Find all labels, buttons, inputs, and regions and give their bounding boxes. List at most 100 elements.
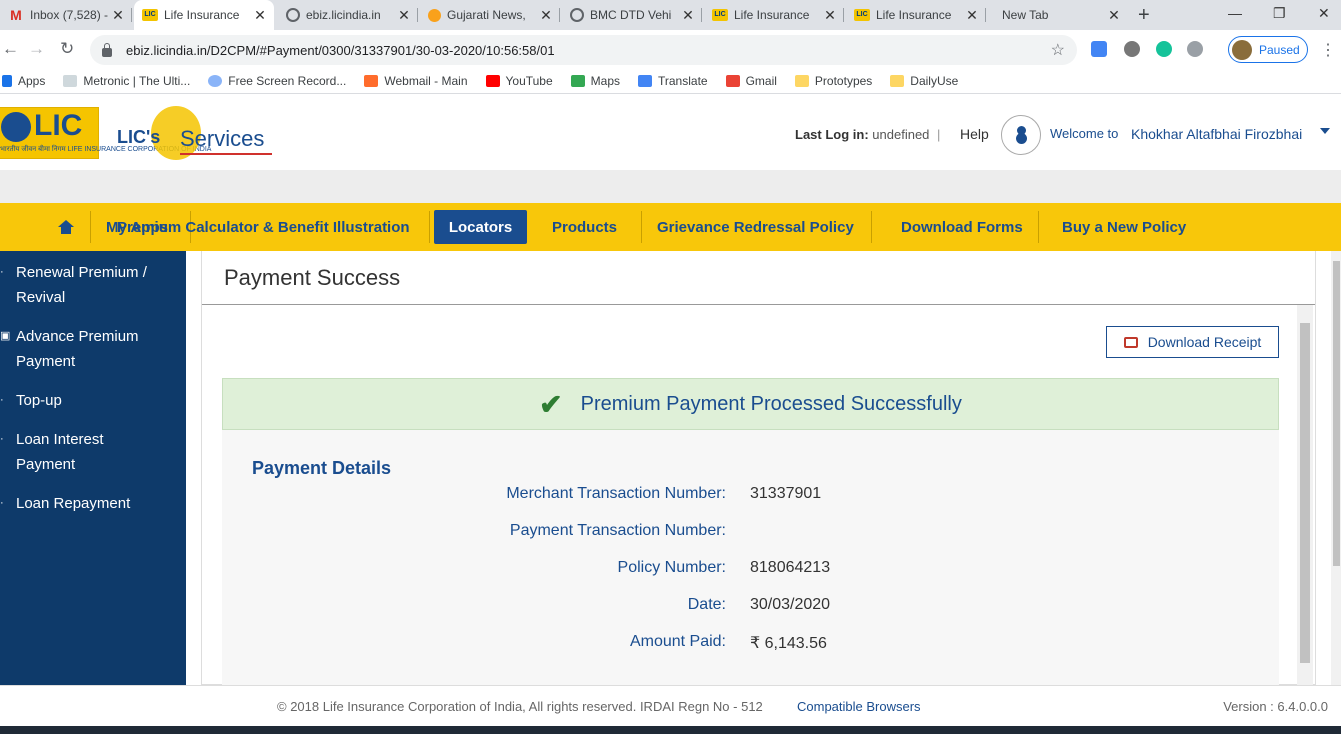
compatible-browsers-link[interactable]: Compatible Browsers: [797, 699, 921, 714]
bookmark-metronic[interactable]: Metronic | The Ulti...: [63, 74, 190, 88]
download-receipt-button[interactable]: Download Receipt: [1106, 326, 1279, 358]
address-bar[interactable]: ebiz.licindia.in/D2CPM/#Payment/0300/313…: [90, 35, 1077, 65]
tab-gujarati-news[interactable]: Gujarati News, ✕: [420, 0, 560, 30]
nav-label: Products: [552, 218, 618, 236]
nav-products[interactable]: Products: [527, 203, 642, 251]
sidebar-item-loan-interest[interactable]: · Loan Interest Payment: [0, 427, 120, 477]
detail-label: Merchant Transaction Number:: [506, 485, 726, 502]
tab-ebiz[interactable]: ebiz.licindia.in ✕: [278, 0, 418, 30]
nav-download-forms[interactable]: Download Forms: [872, 203, 1039, 251]
extension-icon[interactable]: [1187, 41, 1203, 57]
bookmark-gmail[interactable]: Gmail: [725, 74, 777, 88]
orange-circle-icon: [428, 8, 441, 22]
close-tab-icon[interactable]: ✕: [1108, 7, 1120, 24]
bookmark-translate[interactable]: Translate: [638, 74, 708, 88]
last-login-value: undefined: [872, 127, 930, 142]
restore-icon[interactable]: ❐: [1273, 5, 1286, 22]
browser-menu-icon[interactable]: ⋮: [1320, 40, 1336, 60]
scrollbar-thumb[interactable]: [1333, 261, 1340, 566]
bookmark-prototypes[interactable]: Prototypes: [794, 74, 872, 88]
bookmark-label: Metronic | The Ulti...: [83, 73, 191, 88]
lic-favicon-icon: LIC: [712, 9, 728, 21]
recycle-extension-icon[interactable]: [1124, 41, 1140, 57]
reload-icon[interactable]: ↻: [60, 39, 74, 59]
payment-details: Payment Details Merchant Transaction Num…: [222, 430, 1279, 690]
detail-row: Amount Paid: ₹ 6,143.56: [222, 633, 1279, 657]
bookmark-screen-recorder[interactable]: Free Screen Record...: [208, 74, 346, 88]
close-tab-icon[interactable]: ✕: [966, 7, 978, 24]
tab-title: Life Insurance: [164, 8, 240, 22]
minimize-icon[interactable]: —: [1228, 5, 1242, 21]
sidebar-item-top-up[interactable]: · Top-up: [0, 388, 186, 413]
page-icon: [63, 74, 78, 87]
close-tab-icon[interactable]: ✕: [824, 7, 836, 24]
close-tab-icon[interactable]: ✕: [682, 7, 694, 24]
tab-gmail[interactable]: M Inbox (7,528) - ✕: [0, 0, 132, 30]
bookmark-maps[interactable]: Maps: [570, 74, 620, 88]
nav-locators[interactable]: Locators: [434, 210, 527, 244]
tab-life-insurance-3[interactable]: LIC Life Insurance ✕: [846, 0, 986, 30]
browser-toolbar: ← → ↻ ebiz.licindia.in/D2CPM/#Payment/03…: [0, 30, 1341, 68]
close-tab-icon[interactable]: ✕: [112, 7, 124, 24]
bookmark-dailyuse[interactable]: DailyUse: [890, 74, 958, 88]
close-tab-icon[interactable]: ✕: [540, 7, 552, 24]
sidebar-item-label: Loan Interest Payment: [16, 431, 104, 473]
bookmark-star-icon[interactable]: ☆: [1051, 40, 1065, 60]
grammarly-extension-icon[interactable]: [1156, 41, 1172, 57]
youtube-icon: [485, 74, 500, 87]
details-title: Payment Details: [252, 458, 392, 478]
chevron-down-icon[interactable]: [1320, 128, 1330, 134]
forward-icon[interactable]: →: [28, 39, 45, 59]
tab-title: Inbox (7,528) -: [30, 8, 108, 22]
close-tab-icon[interactable]: ✕: [398, 7, 410, 24]
tab-title: New Tab: [1002, 8, 1049, 22]
username[interactable]: Khokhar Altafbhai Firozbhai: [1131, 126, 1302, 142]
detail-label: Payment Transaction Number:: [509, 522, 726, 539]
gmail-icon: [725, 74, 740, 87]
page-scrollbar[interactable]: [1331, 251, 1341, 685]
nav-home[interactable]: [0, 203, 91, 251]
detail-value: 30/03/2020: [750, 596, 831, 613]
new-tab-icon[interactable]: +: [1138, 4, 1150, 27]
help-link[interactable]: Help: [960, 126, 989, 142]
nav-premium-calculator[interactable]: Premium Calculator & Benefit Illustratio…: [100, 203, 430, 251]
tab-life-insurance-2[interactable]: LIC Life Insurance ✕: [704, 0, 844, 30]
sidebar-item-loan-repayment[interactable]: · Loan Repayment: [0, 491, 186, 516]
bookmark-webmail[interactable]: Webmail - Main: [364, 74, 468, 88]
page-title: Payment Success: [224, 265, 401, 290]
detail-value: ₹ 6,143.56: [750, 635, 827, 652]
close-tab-icon[interactable]: ✕: [254, 7, 266, 24]
copyright-text: © 2018 Life Insurance Corporation of Ind…: [277, 699, 763, 714]
panel-scrollbar[interactable]: [1297, 305, 1313, 685]
translate-extension-icon[interactable]: [1091, 41, 1107, 57]
profile-button[interactable]: Paused: [1228, 36, 1308, 63]
sidebar-item-label: Renewal Premium / Revival: [16, 264, 147, 306]
welcome-label: Welcome to: [1050, 126, 1119, 141]
tab-new-tab[interactable]: New Tab ✕: [988, 0, 1128, 30]
browser-window: M Inbox (7,528) - ✕ LIC Life Insurance ✕…: [0, 0, 1341, 734]
lic-logo[interactable]: LIC भारतीय जीवन बीमा निगम LIFE INSURANCE…: [0, 107, 211, 159]
nav-buy-policy[interactable]: Buy a New Policy: [1039, 203, 1229, 251]
bookmark-youtube[interactable]: YouTube: [485, 74, 553, 88]
nav-grievance[interactable]: Grievance Redressal Policy: [642, 203, 872, 251]
sidebar-item-label: Loan Repayment: [16, 495, 131, 512]
nav-label: Grievance Redressal Policy: [657, 218, 854, 236]
nav-label: Locators: [448, 218, 513, 236]
bookmark-apps[interactable]: Apps: [2, 74, 45, 88]
bullet-icon: ·: [0, 497, 4, 509]
tab-bmc[interactable]: BMC DTD Vehi ✕: [562, 0, 702, 30]
tab-life-insurance-active[interactable]: LIC Life Insurance ✕: [134, 0, 274, 30]
last-login: Last Log in: undefined |: [795, 127, 941, 142]
eservices-logo[interactable]: LIC's Services: [115, 103, 280, 163]
success-message: Premium Payment Processed Successfully: [580, 392, 962, 415]
scrollbar-thumb[interactable]: [1300, 323, 1310, 663]
sidebar-item-renewal[interactable]: · Renewal Premium / Revival: [0, 260, 150, 310]
url-text: ebiz.licindia.in/D2CPM/#Payment/0300/313…: [126, 42, 555, 58]
success-alert: ✔ Premium Payment Processed Successfully: [222, 378, 1279, 430]
back-icon[interactable]: ←: [2, 39, 19, 59]
sidebar-item-advance-premium[interactable]: ▣ Advance Premium Payment: [0, 324, 150, 374]
close-window-icon[interactable]: ✕: [1318, 5, 1330, 22]
user-icon[interactable]: [1001, 115, 1041, 155]
tab-strip: M Inbox (7,528) - ✕ LIC Life Insurance ✕…: [0, 0, 1341, 30]
record-icon: [208, 74, 223, 87]
